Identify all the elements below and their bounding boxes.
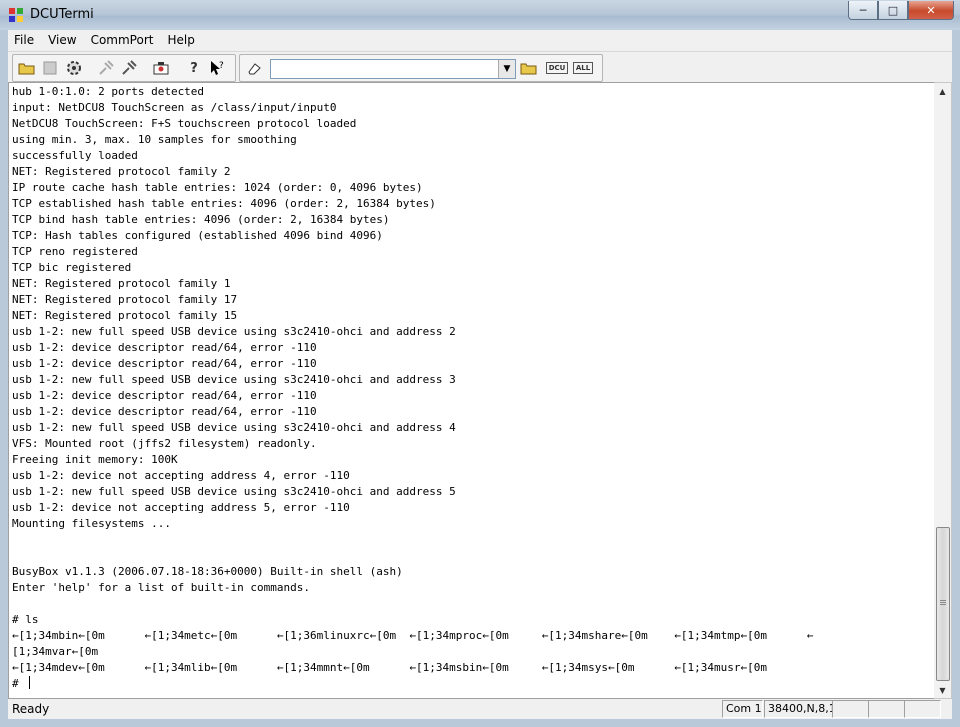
- terminal-line: usb 1-2: device descriptor read/64, erro…: [12, 357, 317, 370]
- menu-view[interactable]: View: [42, 33, 82, 47]
- plug-icon: [122, 60, 137, 75]
- terminal-lines: hub 1-0:1.0: 2 ports detected input: NetD…: [9, 83, 935, 692]
- terminal-line: using min. 3, max. 10 samples for smooth…: [12, 133, 297, 146]
- scroll-down-icon[interactable]: ▼: [934, 682, 951, 698]
- terminal-line: usb 1-2: device descriptor read/64, erro…: [12, 341, 317, 354]
- text-cursor: [29, 676, 31, 689]
- terminal-line: usb 1-2: new full speed USB device using…: [12, 421, 456, 434]
- terminal-line: #: [12, 676, 935, 692]
- minimize-button[interactable]: ─: [848, 1, 878, 20]
- context-help-button[interactable]: ?: [206, 58, 228, 78]
- scroll-up-icon[interactable]: ▲: [934, 83, 951, 99]
- terminal-line: NetDCU8 TouchScreen: F+S touchscreen pro…: [12, 117, 357, 130]
- clear-button[interactable]: [243, 58, 265, 78]
- maximize-button[interactable]: □: [878, 1, 908, 20]
- terminal-line: NET: Registered protocol family 15: [12, 309, 238, 322]
- all-label: ALL: [572, 62, 594, 74]
- help-button[interactable]: ?: [183, 58, 205, 78]
- svg-text:?: ?: [219, 61, 224, 71]
- send-dcu-button[interactable]: DCU: [545, 58, 569, 78]
- connect-button[interactable]: [95, 58, 117, 78]
- terminal-line: usb 1-2: device not accepting address 4,…: [12, 469, 350, 482]
- terminal-line: usb 1-2: device not accepting address 5,…: [12, 501, 350, 514]
- status-panel-3: [904, 700, 941, 718]
- title-bar[interactable]: DCUTermi ─ □ ✕: [0, 0, 960, 31]
- dcu-label: DCU: [545, 62, 569, 74]
- open-folder-icon: [18, 63, 35, 75]
- terminal-line: NET: Registered protocol family 2: [12, 165, 231, 178]
- capture-button[interactable]: [150, 58, 172, 78]
- status-panel-2: [868, 700, 905, 718]
- terminal-line: usb 1-2: new full speed USB device using…: [12, 325, 456, 338]
- terminal-line: Mounting filesystems ...: [12, 517, 171, 530]
- toolbar: ? ? ▼ DCU ALL: [8, 51, 952, 82]
- pointer-help-icon: ?: [211, 61, 224, 75]
- question-icon: ?: [190, 60, 198, 76]
- terminal-line: TCP reno registered: [12, 245, 138, 258]
- menu-help[interactable]: Help: [161, 33, 200, 47]
- terminal-line: [1;34mvar←[0m: [12, 645, 99, 658]
- app-icon: [9, 8, 23, 22]
- terminal-line: NET: Registered protocol family 1: [12, 277, 231, 290]
- open-folder-icon: [520, 63, 537, 75]
- terminal-line: # ls: [12, 613, 39, 626]
- send-all-button[interactable]: ALL: [572, 58, 594, 78]
- vertical-scrollbar[interactable]: ▲ ▼: [934, 82, 952, 699]
- camera-icon: [153, 62, 169, 75]
- gear-icon: [67, 61, 81, 75]
- toolbar-group-main: ? ?: [12, 54, 236, 82]
- terminal-line: TCP bind hash table entries: 4096 (order…: [12, 213, 390, 226]
- menu-bar: File View CommPort Help: [8, 30, 952, 50]
- status-bar: Ready Com 1 38400,N,8,1: [8, 699, 952, 719]
- terminal-line: NET: Registered protocol family 17: [12, 293, 238, 306]
- status-panel-1: [832, 700, 869, 718]
- terminal-line: VFS: Mounted root (jffs2 filesystem) rea…: [12, 437, 317, 450]
- terminal-line: usb 1-2: new full speed USB device using…: [12, 485, 456, 498]
- terminal-line: IP route cache hash table entries: 1024 …: [12, 181, 423, 194]
- terminal-line: input: NetDCU8 TouchScreen as /class/inp…: [12, 101, 337, 114]
- status-port: Com 1: [722, 700, 763, 718]
- plug-icon: [99, 60, 114, 75]
- terminal-line: hub 1-0:1.0: 2 ports detected: [12, 85, 205, 98]
- close-button[interactable]: ✕: [908, 1, 954, 20]
- terminal-line: TCP: Hash tables configured (established…: [12, 229, 383, 242]
- save-icon: [43, 61, 57, 75]
- open-send-file-button[interactable]: [518, 58, 540, 78]
- terminal-line: Freeing init memory: 100K: [12, 453, 178, 466]
- terminal-line: TCP bic registered: [12, 261, 132, 274]
- eraser-icon: [248, 63, 261, 75]
- menu-commport[interactable]: CommPort: [85, 33, 160, 47]
- status-settings: 38400,N,8,1: [764, 700, 833, 718]
- disconnect-button[interactable]: [118, 58, 140, 78]
- terminal-line: usb 1-2: new full speed USB device using…: [12, 373, 456, 386]
- settings-button[interactable]: [63, 58, 85, 78]
- terminal-line: Enter 'help' for a list of built-in comm…: [12, 581, 311, 594]
- terminal-line: usb 1-2: device descriptor read/64, erro…: [12, 405, 317, 418]
- terminal-output[interactable]: hub 1-0:1.0: 2 ports detected input: NetD…: [8, 82, 936, 699]
- send-combo[interactable]: ▼: [270, 59, 516, 79]
- terminal-line: ←[1;34mbin←[0m ←[1;34metc←[0m ←[1;36mlin…: [12, 629, 814, 642]
- window-title: DCUTermi: [30, 7, 94, 22]
- scrollbar-thumb[interactable]: [936, 527, 950, 681]
- chevron-down-icon[interactable]: ▼: [498, 60, 515, 78]
- terminal-line: usb 1-2: device descriptor read/64, erro…: [12, 389, 317, 402]
- toolbar-group-send: ▼ DCU ALL: [239, 54, 603, 82]
- open-button[interactable]: [16, 58, 38, 78]
- terminal-line: ←[1;34mdev←[0m ←[1;34mlib←[0m ←[1;34mmnt…: [12, 661, 767, 674]
- terminal-line: successfully loaded: [12, 149, 138, 162]
- terminal-line: TCP established hash table entries: 4096…: [12, 197, 436, 210]
- terminal-line: BusyBox v1.1.3 (2006.07.18-18:36+0000) B…: [12, 565, 403, 578]
- status-text: Ready: [12, 702, 50, 716]
- window-controls: ─ □ ✕: [848, 1, 954, 21]
- save-button[interactable]: [39, 58, 61, 78]
- menu-file[interactable]: File: [8, 33, 40, 47]
